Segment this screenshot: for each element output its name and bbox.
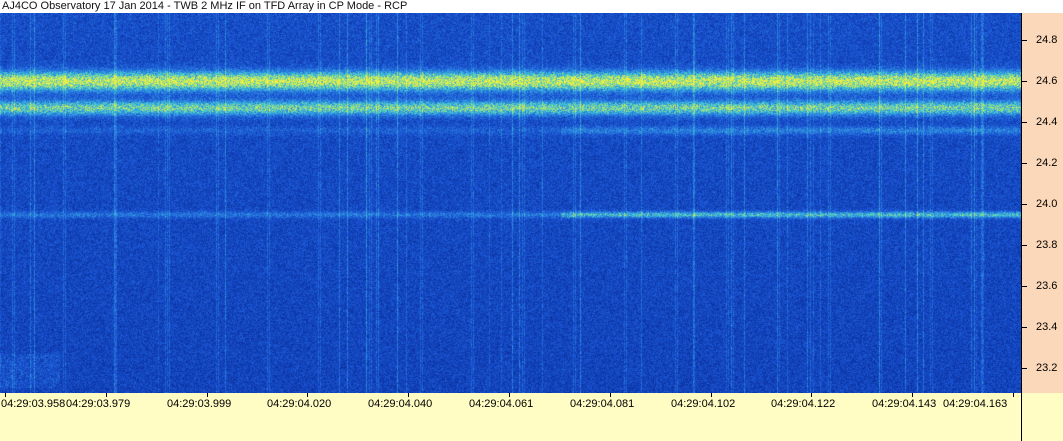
time-tick-label: 04:29:04.102: [671, 398, 736, 410]
time-tick-label: 04:29:04.122: [771, 398, 836, 410]
frequency-axis: 24.8 24.6 24.4 24.2 24.0 23.8 23.6 23.4 23.2: [1021, 13, 1063, 441]
time-tick-label: 04:29:04.020: [267, 398, 332, 410]
time-tick-label: 04:29:04.163: [943, 398, 1008, 410]
window-title: AJ4CO Observatory 17 Jan 2014 - TWB 2 MH…: [2, 0, 408, 12]
freq-tick-mark: [1022, 245, 1027, 246]
time-tick-mark: [711, 393, 712, 397]
window-title-bar: AJ4CO Observatory 17 Jan 2014 - TWB 2 MH…: [0, 0, 1063, 13]
spectrogram-canvas: [0, 13, 1021, 393]
time-tick-label: 04:29:04.061: [469, 398, 534, 410]
freq-tick-mark: [1022, 81, 1027, 82]
time-tick-mark: [408, 393, 409, 397]
time-tick-label: 04:29:03.999: [167, 398, 232, 410]
time-tick-mark: [912, 393, 913, 397]
freq-tick-label: 24.4: [1036, 116, 1058, 128]
freq-tick-mark: [1022, 368, 1027, 369]
freq-tick-label: 23.6: [1036, 280, 1058, 292]
time-axis: 04:29:03.958 04:29:03.979 04:29:03.999 04:2…: [0, 393, 1021, 441]
freq-tick-mark: [1022, 204, 1027, 205]
freq-tick-mark: [1022, 122, 1027, 123]
freq-tick-mark: [1022, 40, 1027, 41]
time-tick-mark: [610, 393, 611, 397]
freq-tick-mark: [1022, 327, 1027, 328]
axis-corner: [1021, 393, 1063, 441]
freq-tick-label: 24.8: [1036, 34, 1058, 46]
freq-tick-label: 24.2: [1036, 157, 1058, 169]
time-tick-label: 04:29:04.040: [368, 398, 433, 410]
time-tick-label: 04:29:03.979: [66, 398, 131, 410]
freq-tick-mark: [1022, 163, 1027, 164]
freq-tick-label: 24.0: [1036, 198, 1058, 210]
freq-tick-label: 24.6: [1036, 75, 1058, 87]
time-tick-mark: [307, 393, 308, 397]
freq-tick-mark: [1022, 286, 1027, 287]
time-tick-mark: [207, 393, 208, 397]
time-tick-mark: [106, 393, 107, 397]
time-tick-mark: [1013, 393, 1014, 397]
spectrogram-plot[interactable]: [0, 13, 1021, 393]
time-tick-mark: [509, 393, 510, 397]
time-tick-label: 04:29:04.143: [872, 398, 937, 410]
time-tick-mark: [5, 393, 6, 397]
time-tick-mark: [811, 393, 812, 397]
time-tick-label: 04:29:04.081: [570, 398, 635, 410]
freq-tick-label: 23.2: [1036, 362, 1058, 374]
time-tick-label: 04:29:03.958: [1, 398, 66, 410]
freq-tick-label: 23.8: [1036, 239, 1058, 251]
freq-tick-label: 23.4: [1036, 321, 1058, 333]
